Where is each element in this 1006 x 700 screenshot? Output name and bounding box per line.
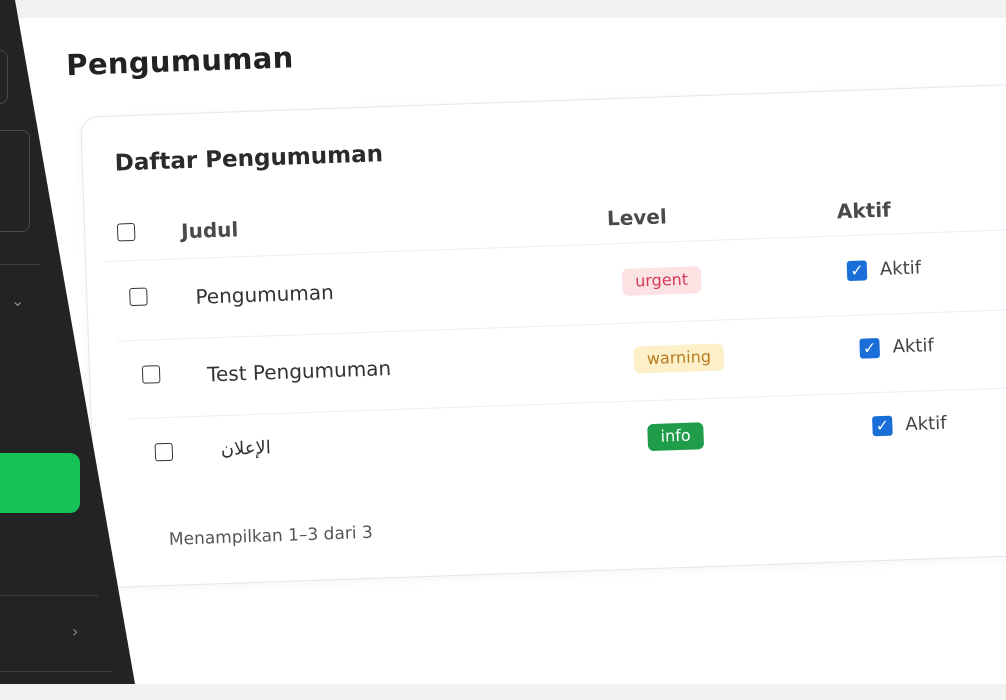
- select-all-checkbox[interactable]: [116, 222, 136, 242]
- active-label: Aktif: [879, 257, 922, 280]
- checkmark-icon: ✓: [875, 415, 890, 436]
- table-row[interactable]: Pengumuman urgent ✓ Aktif: [81, 83, 1006, 309]
- active-checkbox[interactable]: ✓: [872, 415, 893, 437]
- row-checkbox[interactable]: [141, 365, 161, 384]
- sidebar-divider: [0, 671, 112, 672]
- column-header-title[interactable]: Judul: [181, 217, 239, 243]
- row-divider: [116, 307, 1006, 342]
- card-title: Daftar Pengumuman: [114, 141, 384, 177]
- row-divider: [129, 384, 1006, 420]
- checkmark-icon: ✓: [849, 260, 864, 280]
- header-divider: [104, 227, 1006, 263]
- row-title[interactable]: Test Pengumuman: [207, 356, 392, 386]
- content-area: Pengumuman Daftar Pengumuman Judul Level…: [14, 0, 1006, 700]
- sidebar-divider: [0, 595, 98, 596]
- column-header-active[interactable]: Aktif: [836, 198, 891, 224]
- row-title[interactable]: الإعلان: [220, 437, 271, 460]
- row-checkbox[interactable]: [129, 287, 148, 307]
- row-checkbox[interactable]: [154, 442, 174, 462]
- level-badge-info: info: [647, 422, 705, 452]
- pagination-summary: Menampilkan 1–3 dari 3: [168, 522, 374, 550]
- row-title[interactable]: Pengumuman: [195, 280, 334, 309]
- announcements-card: Daftar Pengumuman Judul Level Aktif Peng…: [80, 81, 1006, 589]
- level-badge-warning: warning: [633, 343, 725, 374]
- active-label: Aktif: [904, 412, 947, 436]
- sidebar-item[interactable]: [0, 50, 8, 104]
- chevron-down-icon[interactable]: ⌄: [11, 291, 24, 310]
- table-row[interactable]: Test Pengumuman warning ✓ Aktif: [81, 83, 1006, 386]
- active-checkbox[interactable]: ✓: [846, 260, 868, 282]
- table-row[interactable]: الإعلان info ✓ Aktif: [81, 83, 1006, 462]
- checkmark-icon: ✓: [862, 338, 877, 358]
- page-title: Pengumuman: [65, 40, 295, 83]
- active-label: Aktif: [892, 335, 935, 358]
- level-badge-urgent: urgent: [621, 266, 702, 296]
- sidebar-divider: [0, 264, 40, 265]
- active-checkbox[interactable]: ✓: [859, 338, 881, 359]
- column-header-level[interactable]: Level: [607, 204, 668, 230]
- chevron-right-icon[interactable]: ›: [72, 622, 78, 641]
- sidebar-item[interactable]: [0, 130, 30, 232]
- sidebar-item-active[interactable]: [0, 453, 80, 513]
